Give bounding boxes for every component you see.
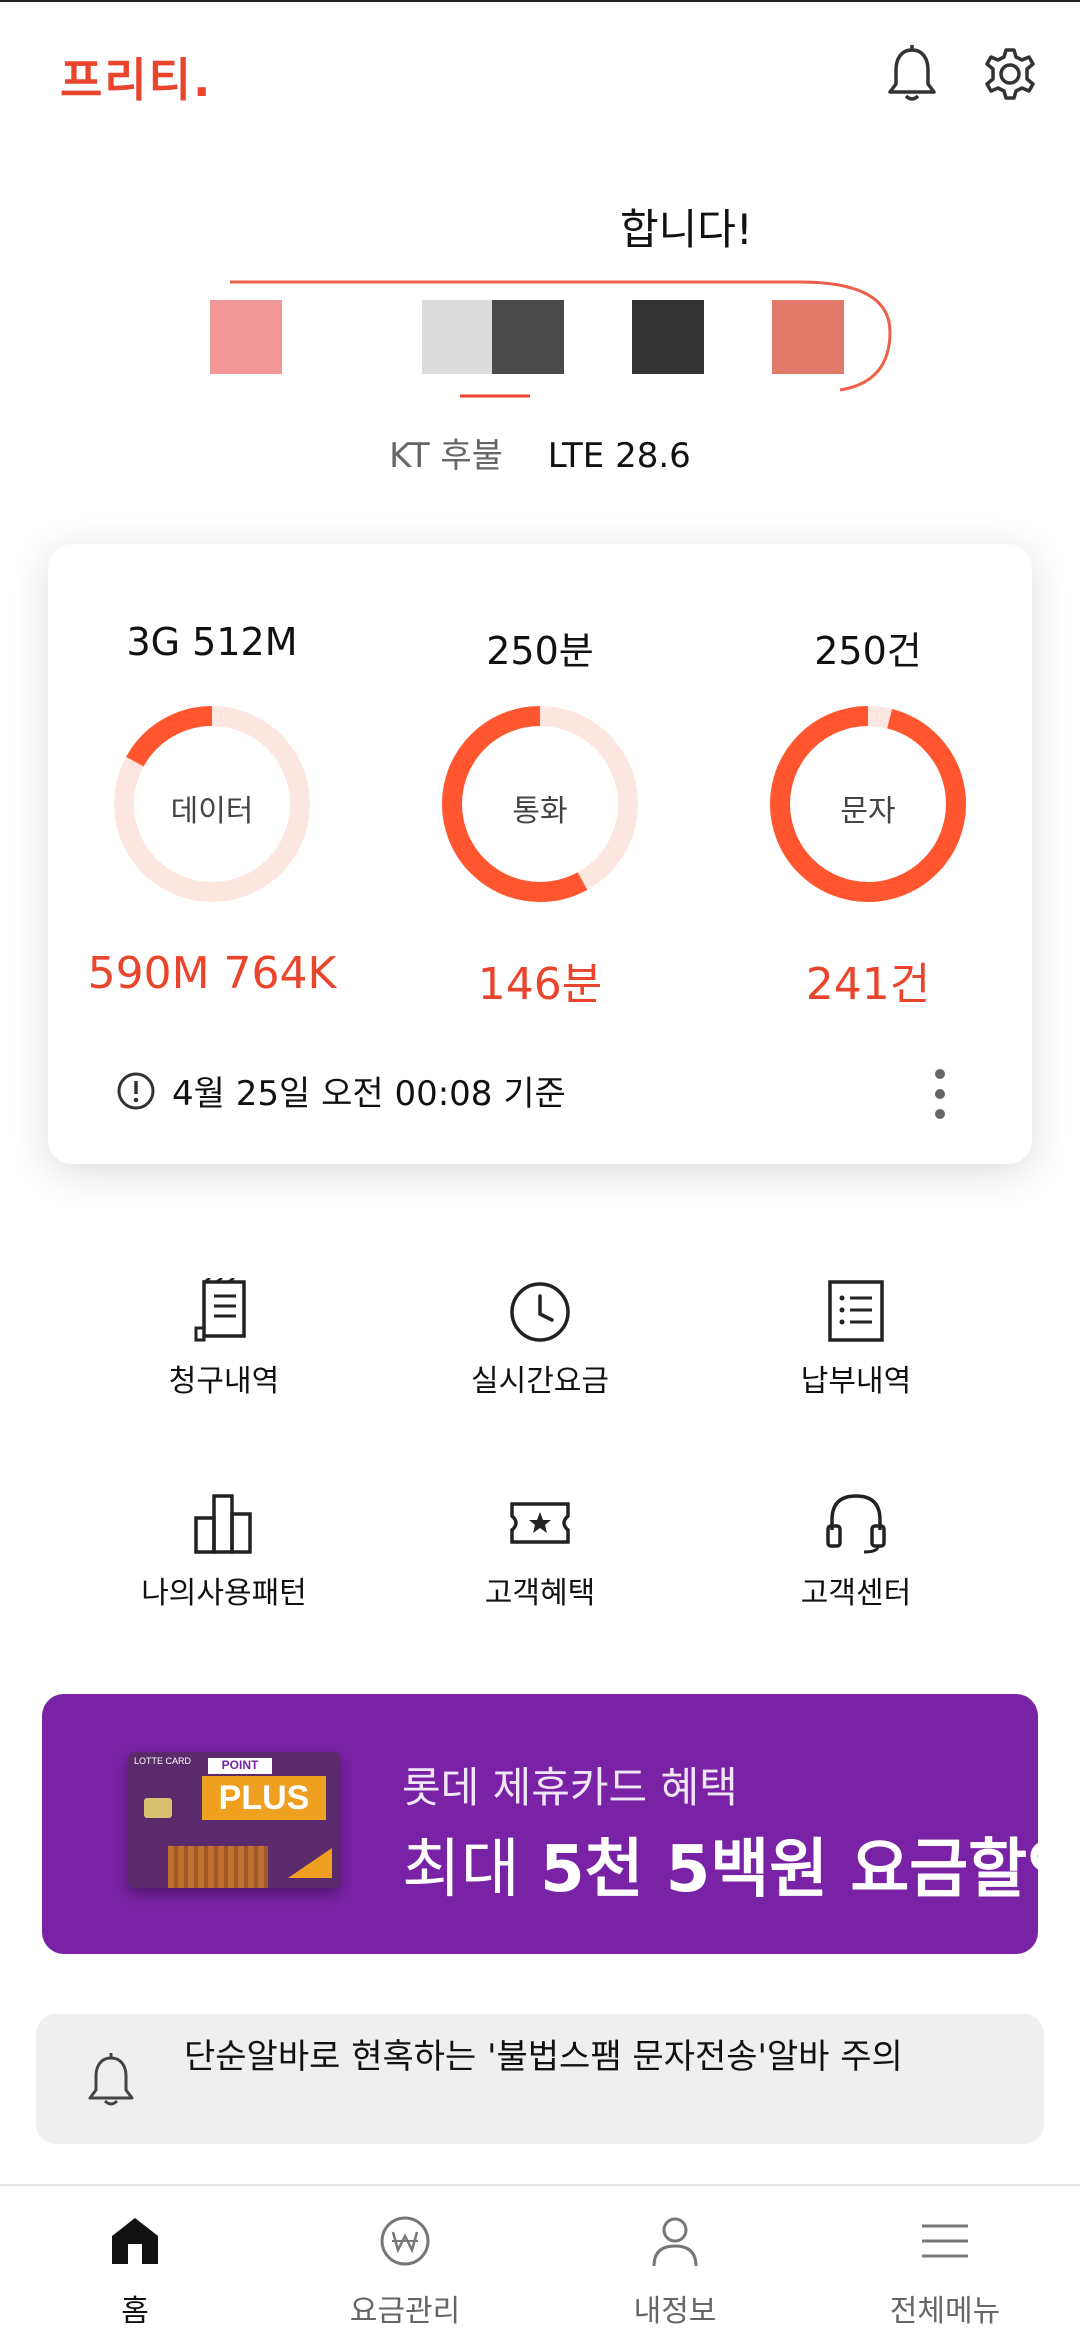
menu-label: 나의사용패턴: [141, 1576, 307, 1611]
nav-label: 요금관리: [349, 2294, 461, 2329]
nav-label: 홈: [121, 2294, 149, 2329]
banner-title-bold: 5천 5백원 요금할인: [540, 1833, 1038, 1907]
usage-label: 통화: [512, 794, 568, 829]
bar-chart-icon: [194, 1494, 252, 1554]
card-title-plus: PLUS: [202, 1776, 326, 1820]
usage-sms[interactable]: 250건 문자 241건: [704, 544, 1032, 1044]
card-brand: LOTTE CARD: [134, 1756, 192, 1766]
nav-home[interactable]: 홈: [0, 2186, 270, 2342]
plan-name: LTE 28.6: [547, 436, 691, 476]
menu-label: 납부내역: [800, 1364, 912, 1399]
menu-realtime-fee[interactable]: 실시간요금: [380, 1278, 700, 1428]
lotte-card-image: LOTTE CARD POINT PLUS: [128, 1752, 340, 1888]
person-icon: [652, 2217, 698, 2267]
masked-phone-number: [210, 280, 892, 398]
usage-used: 590M 764K: [87, 948, 337, 999]
hamburger-menu-icon: [922, 2224, 968, 2258]
usage-call[interactable]: 250분 통화 146분: [376, 544, 704, 1044]
nav-label: 내정보: [633, 2294, 717, 2329]
nav-label: 전체메뉴: [889, 2294, 1001, 2329]
nav-my-info[interactable]: 내정보: [540, 2186, 810, 2342]
app-header: 프리티.: [0, 0, 1080, 150]
exclamation-icon: [117, 1072, 155, 1109]
banner-subtitle: 롯데 제휴카드 혜택: [402, 1763, 738, 1812]
plan-info: KT 후불 LTE 28.6: [0, 428, 1080, 477]
menu-usage-pattern[interactable]: 나의사용패턴: [64, 1490, 384, 1640]
usage-cap: 250건: [814, 629, 922, 673]
menu-label: 실시간요금: [471, 1364, 609, 1399]
greeting-text: 합니다!: [620, 205, 753, 254]
app-logo[interactable]: 프리티.: [60, 44, 212, 110]
card-title-point: POINT: [208, 1758, 272, 1774]
usage-used: 241건: [805, 959, 931, 1010]
more-vertical-icon[interactable]: [934, 1068, 946, 1120]
card-chip: [144, 1798, 172, 1818]
menu-label: 청구내역: [168, 1364, 280, 1399]
menu-billing-history[interactable]: 청구내역: [64, 1278, 384, 1428]
carrier-label: KT 후불: [389, 436, 503, 476]
headset-icon: [826, 1494, 886, 1554]
card-corner-mark: [288, 1848, 332, 1878]
banner-title: 최대 5천 5백원 요금할인: [402, 1818, 1038, 1910]
bell-icon[interactable]: [884, 44, 940, 104]
card-pattern: [168, 1846, 268, 1888]
usage-used: 146분: [477, 959, 603, 1010]
basis-text: 4월 25일 오전 00:08 기준: [172, 1074, 566, 1114]
ticket-star-icon: [510, 1502, 570, 1544]
menu-label: 고객센터: [800, 1576, 912, 1611]
usage-label: 데이터: [170, 794, 254, 829]
usage-card: 3G 512M 데이터 590M 764K 250분 통화 146분 250건 …: [48, 544, 1032, 1164]
notice-text: 단순알바로 현혹하는 '불법스팸 문자전송'알바 주의: [184, 2037, 903, 2077]
notice-bar[interactable]: 단순알바로 현혹하는 '불법스팸 문자전송'알바 주의: [36, 2014, 1044, 2144]
clock-icon: [510, 1282, 570, 1342]
won-coin-icon: [380, 2216, 430, 2266]
usage-data[interactable]: 3G 512M 데이터 590M 764K: [48, 544, 376, 1044]
promo-banner[interactable]: LOTTE CARD POINT PLUS 롯데 제휴카드 혜택 최대 5천 5…: [42, 1694, 1038, 1954]
bottom-nav: 홈 요금관리 내정보 전체메뉴: [0, 2184, 1080, 2342]
nav-all-menu[interactable]: 전체메뉴: [810, 2186, 1080, 2342]
usage-cap: 250분: [486, 629, 594, 673]
usage-basis: 4월 25일 오전 00:08 기준: [116, 1066, 566, 1115]
list-icon: [828, 1280, 884, 1342]
gear-icon[interactable]: [982, 44, 1038, 104]
nav-fee-management[interactable]: 요금관리: [270, 2186, 540, 2342]
menu-payment-history[interactable]: 납부내역: [696, 1278, 1016, 1428]
receipt-icon: [194, 1278, 246, 1342]
menu-customer-center[interactable]: 고객센터: [696, 1490, 1016, 1640]
bell-icon: [88, 2053, 134, 2106]
banner-title-prefix: 최대: [402, 1833, 541, 1907]
usage-cap: 3G 512M: [126, 620, 298, 664]
menu-label: 고객혜택: [484, 1576, 596, 1611]
menu-customer-benefits[interactable]: 고객혜택: [380, 1490, 700, 1640]
usage-label: 문자: [840, 794, 896, 829]
home-icon: [112, 2218, 158, 2264]
